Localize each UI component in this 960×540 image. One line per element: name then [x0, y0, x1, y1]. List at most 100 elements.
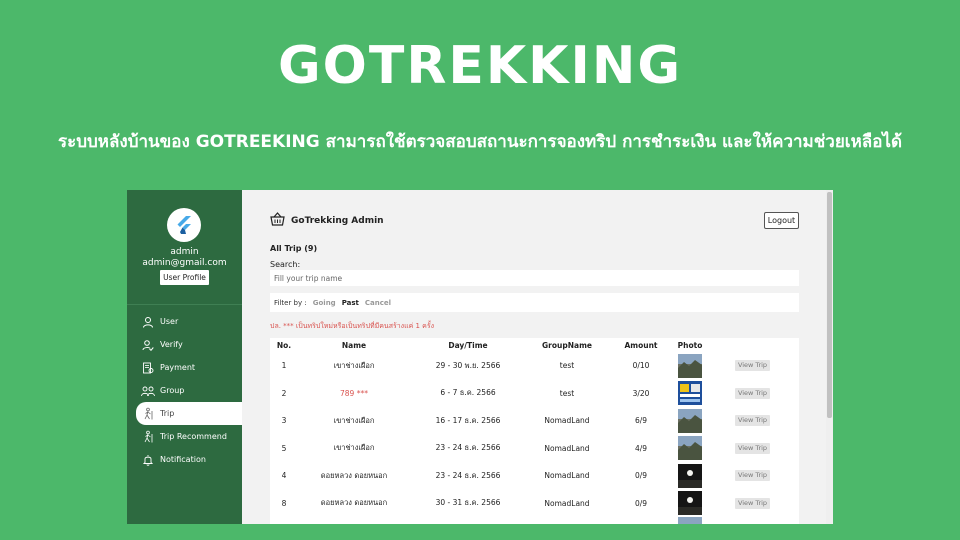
group-icon — [141, 384, 155, 398]
filter-bar: Filter by : Going Past Cancel — [270, 293, 799, 312]
scrollbar-thumb[interactable] — [827, 192, 832, 418]
filter-past[interactable]: Past — [342, 299, 359, 307]
cell-photo — [674, 462, 706, 490]
note-text: ปล. *** เป็นทริปใหม่หรือเป็นทริปที่มีคนส… — [270, 322, 435, 330]
scrollbar[interactable] — [826, 190, 833, 524]
sidebar-item-trip[interactable]: Trip — [136, 402, 242, 425]
cell-action: View Trip — [706, 435, 799, 463]
sidebar: admin admin@gmail.com User Profile User … — [127, 190, 242, 524]
trip-recommend-icon — [141, 430, 155, 444]
cell-amount: 4/9 — [634, 443, 648, 453]
filter-cancel[interactable]: Cancel — [365, 299, 391, 307]
payment-icon — [141, 361, 155, 375]
cell-group: test — [559, 361, 575, 371]
trip-photo-mountain[interactable] — [678, 517, 702, 524]
cell-daytime: 29 - 30 พ.ย. 2566 — [435, 360, 501, 370]
cell-photo — [674, 407, 706, 435]
cell-no: 4 — [281, 471, 287, 481]
trip-photo-mountain[interactable] — [678, 436, 702, 461]
header-name: Name — [341, 340, 367, 350]
cell-amount — [608, 517, 674, 524]
cell-daytime — [410, 517, 526, 524]
cell-no — [270, 517, 298, 524]
cell-name — [298, 517, 410, 524]
trip-table-container: No. Name Day/Time GroupName Amount Photo… — [270, 338, 799, 524]
avatar — [167, 208, 201, 242]
cell-no: 1 — [281, 361, 287, 371]
cell-name: เขาช่างเผือก — [333, 443, 375, 453]
cell-no: 5 — [281, 443, 287, 453]
cell-action: View Trip — [706, 490, 799, 518]
cell-action: View Trip — [706, 380, 799, 408]
trip-photo-mountain[interactable] — [678, 408, 702, 433]
sidebar-item-notification[interactable]: Notification — [127, 448, 242, 471]
sidebar-item-group[interactable]: Group — [127, 379, 242, 402]
shop-basket-icon — [270, 212, 285, 229]
sidebar-item-label: Trip Recommend — [160, 432, 227, 441]
sidebar-item-payment[interactable]: Payment — [127, 356, 242, 379]
trip-icon — [141, 407, 155, 421]
cell-group: NomadLand — [544, 416, 590, 426]
cell-action: View Trip — [706, 407, 799, 435]
sidebar-item-label: User — [160, 317, 179, 326]
trip-photo-mountain[interactable] — [678, 353, 702, 378]
cell-no: 3 — [281, 416, 287, 426]
logout-button[interactable]: Logout — [764, 212, 799, 229]
cell-action: View Trip — [706, 352, 799, 380]
cell-action: View Trip — [706, 462, 799, 490]
table-row: 3 เขาช่างเผือก 16 - 17 ธ.ค. 2566 NomadLa… — [270, 407, 799, 435]
cell-photo — [674, 380, 706, 408]
cell-group — [526, 517, 608, 524]
view-trip-button[interactable]: View Trip — [735, 442, 770, 454]
admin-email: admin@gmail.com — [142, 258, 227, 268]
view-trip-button[interactable]: View Trip — [735, 387, 770, 399]
sidebar-item-label: Trip — [160, 409, 175, 418]
cell-amount: 0/9 — [634, 498, 648, 508]
hero-title: GOTREKKING — [277, 36, 683, 96]
search-input[interactable] — [270, 270, 799, 286]
sidebar-item-label: Payment — [160, 363, 196, 372]
header-photo: Photo — [677, 340, 703, 350]
cell-no: 2 — [281, 388, 287, 398]
sidebar-item-user[interactable]: User — [127, 310, 242, 333]
brand-title: GoTrekking Admin — [291, 215, 384, 226]
view-trip-button[interactable]: View Trip — [735, 360, 770, 372]
trip-table: No. Name Day/Time GroupName Amount Photo… — [270, 338, 799, 524]
table-row: 4 ดอยหลวง ดอยหนอก 23 - 24 ธ.ค. 2566 Noma… — [270, 462, 799, 490]
cell-group: test — [559, 388, 575, 398]
cell-name: เขาช่างเผือก — [333, 360, 375, 370]
view-trip-button[interactable]: View Trip — [735, 497, 770, 509]
admin-app-screenshot: admin admin@gmail.com User Profile User … — [127, 190, 833, 524]
table-header-row: No. Name Day/Time GroupName Amount Photo — [270, 338, 799, 352]
trip-photo-night[interactable] — [678, 463, 702, 488]
sidebar-item-verify[interactable]: Verify — [127, 333, 242, 356]
sidebar-item-trip-recommend[interactable]: Trip Recommend — [127, 425, 242, 448]
filter-going[interactable]: Going — [313, 299, 336, 307]
sidebar-nav: User Verify Payment Group Trip Trip Reco… — [127, 310, 242, 471]
table-row — [270, 517, 799, 524]
cell-amount: 0/9 — [634, 471, 648, 481]
table-row: 2 789 *** 6 - 7 ธ.ค. 2566 test 3/20 View… — [270, 380, 799, 408]
flutter-logo-icon — [177, 216, 191, 234]
hero-subtitle: ระบบหลังบ้านของ GOTREEKING สามารถใช้ตรวจ… — [57, 132, 903, 152]
trip-photo-night[interactable] — [678, 491, 702, 516]
search-label: Search: — [270, 260, 301, 269]
sidebar-item-label: Group — [160, 386, 185, 395]
cell-name: ดอยหลวง ดอยหนอก — [320, 498, 388, 508]
cell-group: NomadLand — [544, 471, 590, 481]
main-panel: GoTrekking Admin Logout All Trip (9) Sea… — [242, 190, 826, 524]
cell-daytime: 23 - 24 ธ.ค. 2566 — [435, 443, 501, 453]
admin-name: admin — [170, 247, 199, 257]
cell-daytime: 30 - 31 ธ.ค. 2566 — [435, 498, 501, 508]
cell-daytime: 6 - 7 ธ.ค. 2566 — [440, 388, 496, 398]
cell-group: NomadLand — [544, 498, 590, 508]
bell-icon — [141, 453, 155, 467]
header-groupname: GroupName — [542, 340, 592, 350]
user-profile-button[interactable]: User Profile — [160, 270, 209, 285]
cell-action — [706, 517, 799, 524]
trip-photo-poster[interactable] — [678, 381, 702, 406]
view-trip-button[interactable]: View Trip — [735, 415, 770, 427]
cell-daytime: 23 - 24 ธ.ค. 2566 — [435, 470, 501, 480]
view-trip-button[interactable]: View Trip — [735, 470, 770, 482]
cell-daytime: 16 - 17 ธ.ค. 2566 — [435, 415, 501, 425]
